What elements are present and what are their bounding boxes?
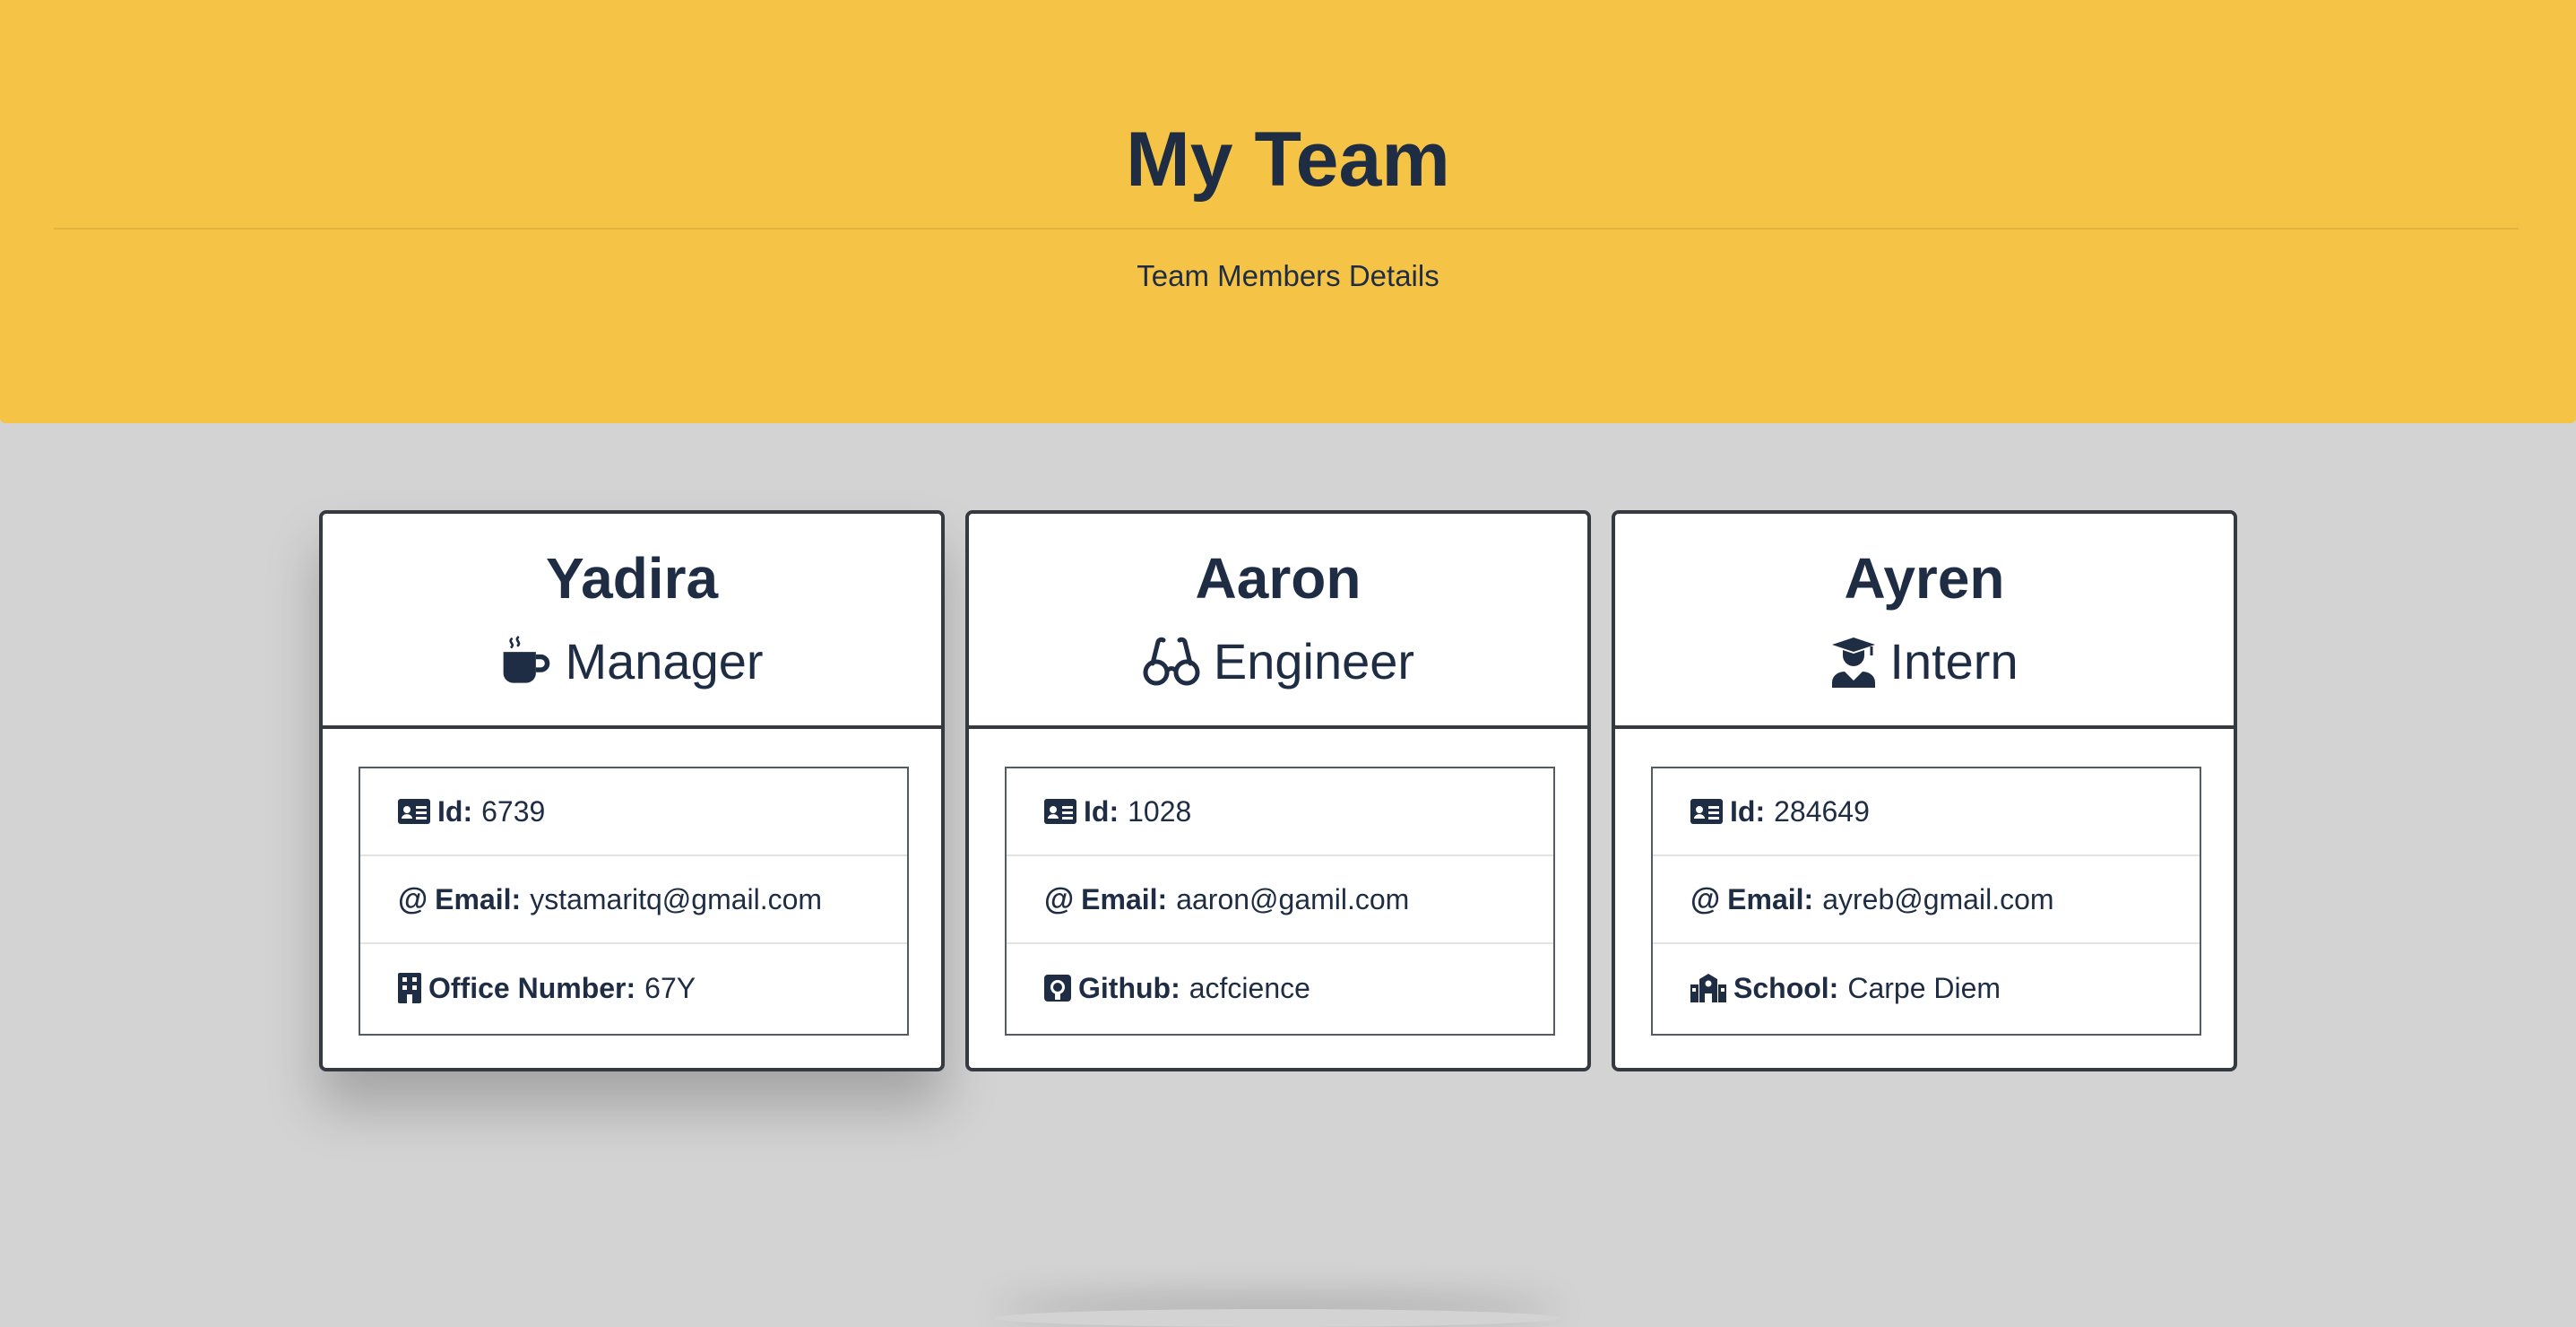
detail-label: Id:	[1730, 794, 1766, 828]
at-sign-icon: @	[1690, 881, 1721, 916]
detail-value[interactable]: acfcience	[1189, 972, 1310, 1005]
detail-label: Email:	[1081, 882, 1168, 915]
page-title: My Team	[1126, 117, 1450, 203]
school-icon	[1690, 974, 1726, 1002]
detail-label: Github:	[1078, 971, 1180, 1004]
member-role: Engineer	[969, 626, 1587, 698]
page-subtitle: Team Members Details	[1137, 259, 1439, 292]
id-card-icon	[1044, 799, 1076, 824]
detail-label: Email:	[435, 882, 522, 915]
detail-label: Id:	[437, 794, 473, 828]
detail-value: Carpe Diem	[1847, 971, 2001, 1004]
card-header: Aaron Engineer	[969, 514, 1587, 729]
detail-label: Id:	[1084, 794, 1119, 828]
id-card-icon	[398, 799, 430, 824]
member-role-label: Engineer	[1213, 633, 1415, 690]
header-divider	[54, 228, 2519, 230]
member-card-intern: Ayren Intern Id: 284649 @ Email: ayreb@g…	[1612, 510, 2237, 1071]
graduate-icon	[1830, 636, 1877, 688]
detail-label: Email:	[1727, 882, 1814, 915]
member-name: Ayren	[1844, 546, 2005, 611]
header-jumbotron: My Team Team Members Details	[0, 0, 2576, 423]
at-sign-icon: @	[398, 881, 428, 916]
member-name: Aaron	[1195, 546, 1361, 611]
member-role: Intern	[1615, 626, 2234, 698]
card-header: Ayren Intern	[1615, 514, 2234, 729]
member-details-list: Id: 1028 @ Email: aaron@gamil.com Github…	[1005, 767, 1555, 1036]
member-name: Yadira	[545, 546, 719, 611]
detail-label: Office Number:	[428, 971, 636, 1004]
building-icon	[398, 973, 421, 1003]
list-item-email: @ Email: ayreb@gmail.com	[1653, 856, 2200, 944]
detail-value: 284649	[1774, 794, 1870, 828]
detail-value[interactable]: ayreb@gmail.com	[1822, 883, 2053, 916]
member-card-manager: Yadira Manager Id: 6739 @ Email: ystamar…	[319, 510, 945, 1071]
member-role-label: Intern	[1889, 633, 2018, 690]
footer-shadow	[995, 1309, 1560, 1327]
list-item-id: Id: 284649	[1653, 768, 2200, 856]
list-item-school: School: Carpe Diem	[1653, 944, 2200, 1032]
member-role-label: Manager	[565, 633, 764, 690]
member-card-engineer: Aaron Engineer Id: 1028 @ Email: aaron@g…	[965, 510, 1591, 1071]
detail-value[interactable]: ystamaritq@gmail.com	[530, 883, 822, 916]
member-details-list: Id: 6739 @ Email: ystamaritq@gmail.com O…	[359, 767, 909, 1036]
at-sign-icon: @	[1044, 881, 1075, 916]
github-icon	[1044, 975, 1071, 1002]
detail-value: 6739	[481, 794, 546, 828]
coffee-mug-icon	[500, 636, 552, 688]
list-item-office: Office Number: 67Y	[360, 944, 907, 1032]
glasses-icon	[1142, 637, 1201, 687]
id-card-icon	[1690, 799, 1723, 824]
member-role: Manager	[323, 626, 941, 698]
member-details-list: Id: 284649 @ Email: ayreb@gmail.com Scho…	[1651, 767, 2201, 1036]
detail-label: School:	[1733, 971, 1839, 1004]
list-item-id: Id: 1028	[1007, 768, 1553, 856]
list-item-id: Id: 6739	[360, 768, 907, 856]
detail-value: 67Y	[644, 971, 696, 1004]
list-item-github: Github: acfcience	[1007, 944, 1553, 1032]
detail-value: 1028	[1128, 794, 1192, 828]
list-item-email: @ Email: aaron@gamil.com	[1007, 856, 1553, 944]
card-header: Yadira Manager	[323, 514, 941, 729]
detail-value[interactable]: aaron@gamil.com	[1176, 883, 1409, 916]
list-item-email: @ Email: ystamaritq@gmail.com	[360, 856, 907, 944]
